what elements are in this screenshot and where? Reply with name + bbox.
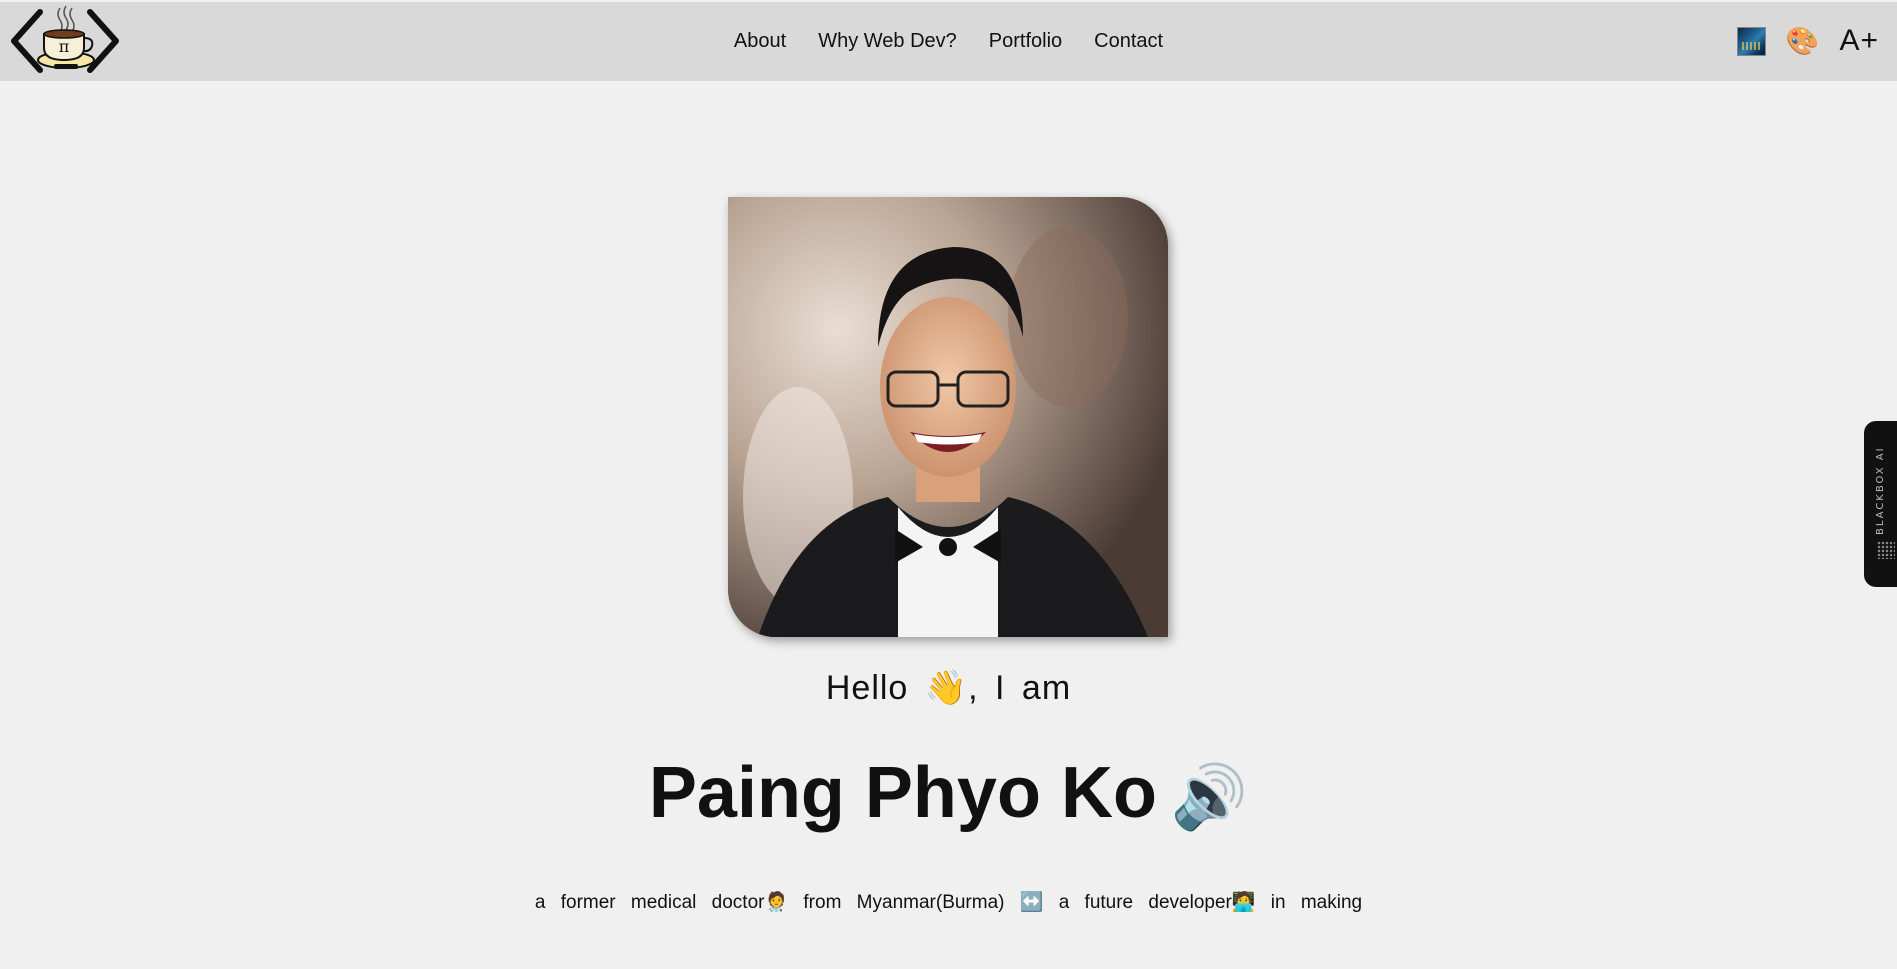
speaker-icon[interactable]: 🔊 bbox=[1171, 763, 1248, 832]
dot-grid-icon bbox=[1877, 541, 1895, 559]
profile-photo bbox=[728, 197, 1168, 637]
side-tab-label: BLACKBOX AI bbox=[1875, 446, 1886, 536]
theme-switch-button[interactable] bbox=[1736, 26, 1766, 56]
name-heading-row: Paing Phyo Ko 🔊 bbox=[0, 752, 1897, 834]
nav-why-web-dev-link[interactable]: Why Web Dev? bbox=[818, 30, 957, 53]
blackbox-ai-side-tab[interactable]: BLACKBOX AI bbox=[1864, 421, 1897, 587]
header-tools: 🎨 A+ bbox=[1736, 20, 1879, 62]
name-heading: Paing Phyo Ko bbox=[648, 753, 1157, 833]
main-nav: About Why Web Dev? Portfolio Contact bbox=[0, 2, 1897, 81]
font-size-increase-button[interactable]: A+ bbox=[1839, 26, 1879, 56]
nav-contact-link[interactable]: Contact bbox=[1094, 30, 1163, 53]
font-size-label: A+ bbox=[1839, 24, 1879, 57]
palette-icon: 🎨 bbox=[1785, 25, 1820, 56]
nav-about-link[interactable]: About bbox=[734, 30, 786, 53]
top-navigation-bar: π About Why Web Dev? Portfolio Contact 🎨… bbox=[0, 2, 1897, 81]
starry-night-theme-icon bbox=[1736, 26, 1766, 56]
tagline-text: a former medical doctor🧑‍⚕️ from Myanmar… bbox=[534, 892, 1363, 913]
greeting-text: Hello 👋, I am bbox=[825, 669, 1072, 707]
nav-portfolio-link[interactable]: Portfolio bbox=[989, 30, 1062, 53]
color-palette-button[interactable]: 🎨 bbox=[1785, 25, 1820, 56]
